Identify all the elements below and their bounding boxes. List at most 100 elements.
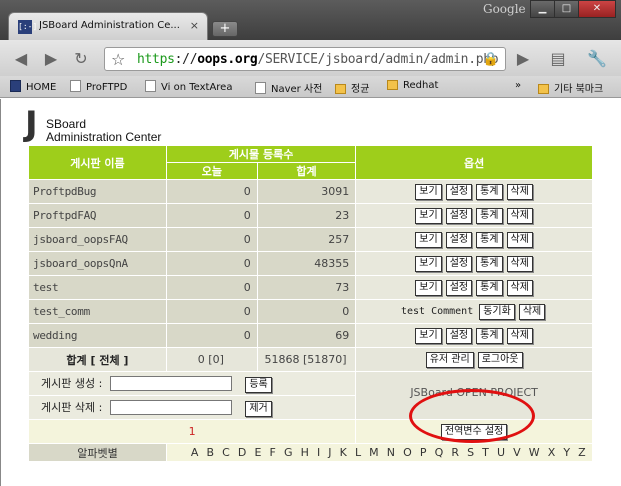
delete-button[interactable]: 삭제 bbox=[506, 255, 533, 272]
other-bookmarks[interactable]: 기타 북마크 bbox=[538, 80, 603, 95]
today-count: 0 bbox=[165, 275, 258, 300]
address-bar[interactable]: ☆ https://oops.org/SERVICE/jsboard/admin… bbox=[104, 47, 506, 71]
back-arrow-icon[interactable]: ◀ bbox=[10, 49, 32, 69]
settings-button[interactable]: 설정 bbox=[445, 207, 473, 224]
settings-button[interactable]: 설정 bbox=[445, 327, 473, 344]
delete-button[interactable]: 삭제 bbox=[506, 207, 533, 224]
bookmark-proftpd[interactable]: ProFTPD bbox=[70, 80, 127, 93]
header-posts: 게시물 등록수 bbox=[165, 145, 357, 163]
view-button[interactable]: 보기 bbox=[415, 207, 442, 224]
header-options: 옵션 bbox=[355, 145, 593, 180]
bookmark-naver-dict[interactable]: Naver 사전 bbox=[255, 80, 322, 95]
page-menu-icon[interactable]: ▤ bbox=[544, 49, 572, 69]
create-board-label: 게시판 생성 : bbox=[41, 376, 103, 390]
forward-arrow-icon[interactable]: ▶ bbox=[40, 49, 62, 69]
stats-button[interactable]: 통계 bbox=[476, 255, 503, 272]
page-number[interactable]: 1 bbox=[27, 419, 357, 444]
view-button[interactable]: 보기 bbox=[415, 183, 442, 200]
table-row: test 0 73 보기 설정 통계 삭제 bbox=[28, 275, 593, 300]
lock-icon[interactable]: 🔒 bbox=[483, 52, 499, 67]
alphabet-row: 알파벳별 A B C D E F G H I J K L M N O P Q R… bbox=[28, 443, 594, 462]
board-name: wedding bbox=[28, 323, 167, 348]
maximize-button[interactable]: □ bbox=[554, 0, 579, 18]
header-board-name: 게시판 이름 bbox=[28, 145, 167, 180]
delete-button[interactable]: 삭제 bbox=[506, 231, 533, 248]
delete-board-input[interactable] bbox=[109, 400, 232, 415]
today-count: 0 bbox=[165, 179, 258, 204]
bookmark-folder-redhat[interactable]: Redhat bbox=[387, 80, 438, 91]
table-row: wedding 0 69 보기 설정 통계 삭제 bbox=[28, 323, 593, 348]
total-count: 69 bbox=[256, 323, 357, 348]
stats-button[interactable]: 통계 bbox=[476, 327, 503, 344]
view-button[interactable]: 보기 bbox=[415, 279, 442, 296]
logo-letter: J bbox=[25, 104, 38, 144]
create-board-row: 게시판 생성 : 등록 JSBoard OPEN PROJECT bbox=[27, 371, 593, 420]
stats-button[interactable]: 통계 bbox=[476, 207, 503, 224]
header-today: 오늘 bbox=[165, 162, 258, 180]
comment-board-label: test Comment bbox=[400, 305, 474, 317]
view-button[interactable]: 보기 bbox=[415, 327, 442, 344]
total-count: 257 bbox=[256, 227, 357, 252]
remove-button[interactable]: 제거 bbox=[245, 400, 272, 417]
page-icon bbox=[145, 80, 156, 92]
close-window-button[interactable]: ✕ bbox=[578, 0, 616, 18]
alphabet-links[interactable]: A B C D E F G H I J K L M N O P Q R S T … bbox=[191, 446, 588, 459]
folder-icon bbox=[538, 84, 549, 94]
page-icon bbox=[255, 82, 266, 94]
title-bar: [:-] JSBoard Administration Ce... × + Go… bbox=[0, 0, 621, 40]
create-board-input[interactable] bbox=[109, 376, 232, 391]
bookmarks-overflow-icon[interactable]: » bbox=[515, 80, 521, 91]
board-name: jsboard_oopsQnA bbox=[28, 251, 167, 276]
stats-button[interactable]: 통계 bbox=[476, 231, 503, 248]
minimize-button[interactable]: ▁ bbox=[530, 0, 555, 18]
delete-button[interactable]: 삭제 bbox=[506, 183, 533, 200]
sync-button[interactable]: 동기화 bbox=[479, 303, 515, 320]
alphabet-label: 알파벳별 bbox=[28, 443, 167, 462]
total-count: 48355 bbox=[256, 251, 357, 276]
new-tab-button[interactable]: + bbox=[212, 21, 238, 37]
browser-tab[interactable]: [:-] JSBoard Administration Ce... × bbox=[8, 12, 208, 40]
delete-board-label: 게시판 삭제 : bbox=[41, 400, 103, 414]
board-name: jsboard_oopsFAQ bbox=[28, 227, 167, 252]
today-count: 0 bbox=[165, 251, 258, 276]
register-button[interactable]: 등록 bbox=[245, 376, 272, 393]
bookmark-home[interactable]: HOME bbox=[10, 80, 56, 93]
table-row: jsboard_oopsQnA 0 48355 보기 설정 통계 삭제 bbox=[28, 251, 593, 276]
today-count: 0 bbox=[165, 227, 258, 252]
summary-label: 합계 [ 전체 ] bbox=[28, 347, 167, 372]
view-button[interactable]: 보기 bbox=[415, 255, 442, 272]
browser-brand: Google bbox=[483, 2, 526, 16]
total-count: 0 bbox=[256, 299, 357, 324]
wrench-icon[interactable]: 🔧 bbox=[582, 49, 612, 69]
logout-button[interactable]: 로그아웃 bbox=[477, 351, 523, 368]
summary-total: 51868 [51870] bbox=[256, 347, 357, 372]
settings-button[interactable]: 설정 bbox=[445, 231, 473, 248]
play-icon[interactable]: ▶ bbox=[512, 49, 534, 69]
delete-button[interactable]: 삭제 bbox=[506, 279, 533, 296]
today-count: 0 bbox=[165, 299, 258, 324]
stats-button[interactable]: 통계 bbox=[476, 279, 503, 296]
highlight-circle bbox=[409, 389, 535, 443]
today-count: 0 bbox=[165, 323, 258, 348]
delete-button[interactable]: 삭제 bbox=[506, 327, 533, 344]
star-icon[interactable]: ☆ bbox=[111, 50, 125, 69]
board-name: test bbox=[28, 275, 167, 300]
settings-button[interactable]: 설정 bbox=[445, 183, 473, 200]
settings-button[interactable]: 설정 bbox=[445, 255, 473, 272]
bookmark-folder-jeonggyun[interactable]: 정균 bbox=[335, 80, 369, 95]
settings-button[interactable]: 설정 bbox=[445, 279, 473, 296]
total-count: 73 bbox=[256, 275, 357, 300]
bookmark-vi-on-textarea[interactable]: Vi on TextArea bbox=[145, 80, 232, 93]
today-count: 0 bbox=[165, 203, 258, 228]
user-management-button[interactable]: 유저 관리 bbox=[425, 351, 474, 368]
tab-close-icon[interactable]: × bbox=[190, 19, 199, 32]
delete-button[interactable]: 삭제 bbox=[518, 303, 546, 320]
home-icon bbox=[10, 80, 21, 92]
logo-line2: Administration Center bbox=[46, 130, 162, 144]
favicon-icon: [:-] bbox=[18, 20, 37, 34]
tab-title: JSBoard Administration Ce... bbox=[39, 20, 180, 31]
stats-button[interactable]: 통계 bbox=[476, 183, 503, 200]
reload-icon[interactable]: ↻ bbox=[70, 49, 92, 69]
view-button[interactable]: 보기 bbox=[415, 231, 442, 248]
logo-line1: SBoard bbox=[46, 117, 87, 131]
